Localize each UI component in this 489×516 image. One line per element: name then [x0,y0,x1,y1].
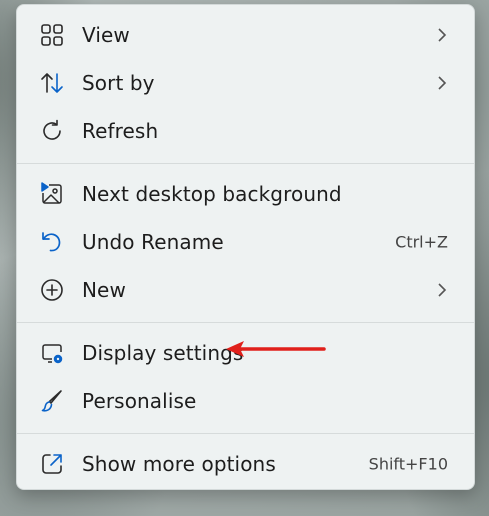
menu-item-label: Undo Rename [82,230,224,254]
menu-item-label: Refresh [82,119,159,143]
display-settings-icon [39,340,65,366]
annotation-arrow [226,341,326,357]
add-circle-icon [39,277,65,303]
menu-group-desktop: Next desktop background Undo Rename Ctrl… [17,163,474,322]
menu-item-undo-rename[interactable]: Undo Rename Ctrl+Z [17,218,474,266]
menu-item-label: Sort by [82,71,155,95]
chevron-right-icon [436,27,448,43]
menu-item-label: Show more options [82,452,276,476]
menu-item-personalise[interactable]: Personalise [17,377,474,425]
refresh-icon [39,118,65,144]
menu-item-label: Next desktop background [82,182,342,206]
menu-item-label: Personalise [82,389,197,413]
menu-item-new[interactable]: New [17,266,474,314]
menu-item-label: Display settings [82,341,244,365]
menu-item-label: New [82,278,126,302]
menu-item-refresh[interactable]: Refresh [17,107,474,155]
menu-group-view: View Sort by Refresh [17,5,474,163]
open-external-icon [39,451,65,477]
shortcut-text: Ctrl+Z [395,232,448,252]
chevron-right-icon [436,75,448,91]
menu-item-show-more-options[interactable]: Show more options Shift+F10 [17,440,474,488]
brush-icon [39,388,65,414]
menu-item-sort-by[interactable]: Sort by [17,59,474,107]
chevron-right-icon [436,282,448,298]
menu-item-label: View [82,23,130,47]
desktop-context-menu: View Sort by Refresh Next desktop backgr… [16,4,475,490]
menu-item-next-desktop-background[interactable]: Next desktop background [17,170,474,218]
menu-item-view[interactable]: View [17,11,474,59]
sort-icon [39,70,65,96]
menu-group-more: Show more options Shift+F10 [17,433,474,496]
shortcut-text: Shift+F10 [368,454,448,474]
undo-icon [39,229,65,255]
grid-icon [39,22,65,48]
next-background-icon [39,181,65,207]
